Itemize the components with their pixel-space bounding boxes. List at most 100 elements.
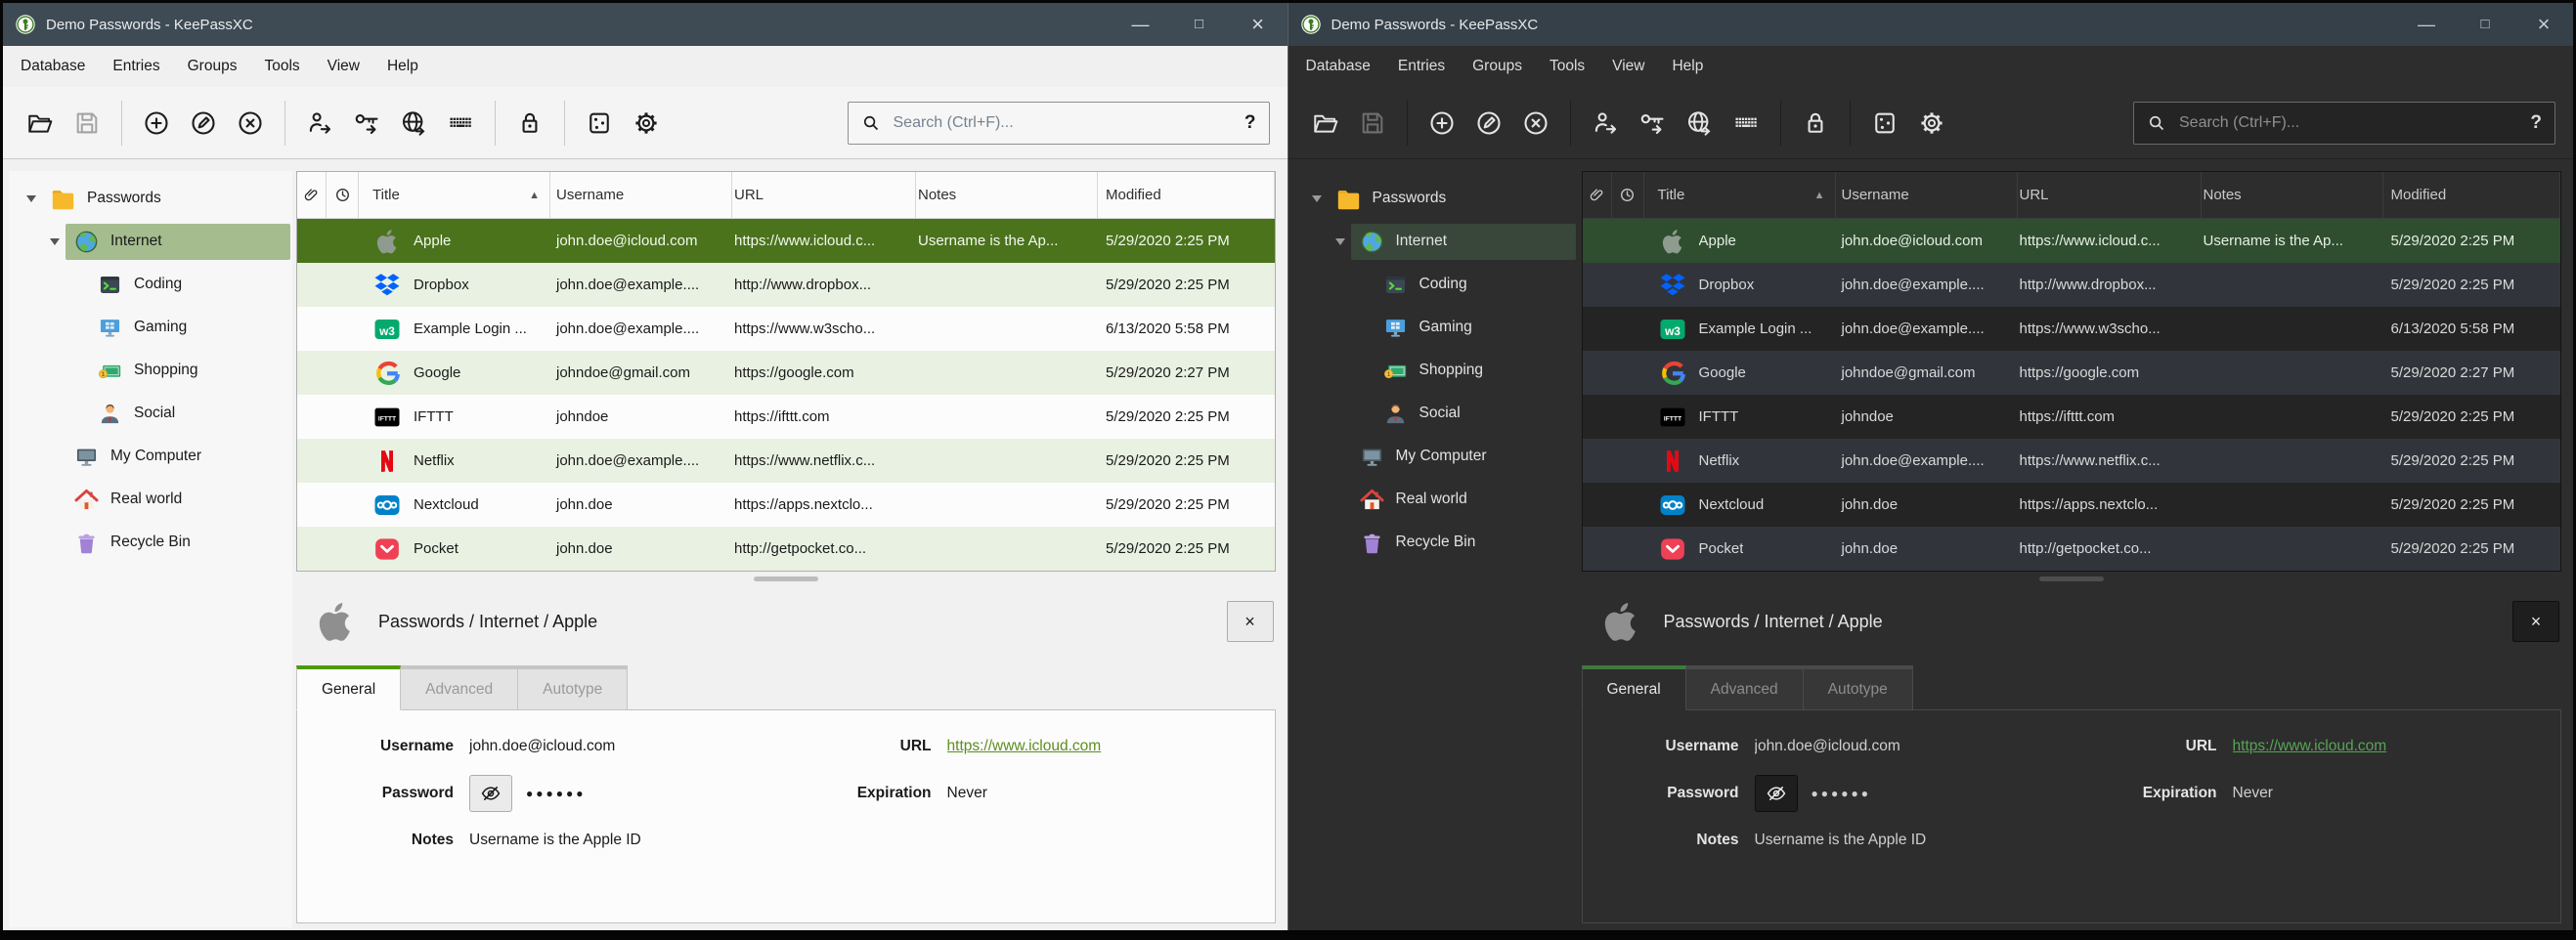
- expander-icon[interactable]: [1306, 195, 1328, 202]
- group-shopping[interactable]: Shopping: [1294, 349, 1578, 392]
- url-link[interactable]: https://www.icloud.com: [2233, 738, 2387, 755]
- entry-row[interactable]: Google johndoe@gmail.com https://google.…: [1583, 351, 2561, 395]
- entry-row[interactable]: Netflix john.doe@example.... https://www…: [297, 439, 1275, 483]
- close-button[interactable]: ×: [1229, 3, 1288, 46]
- copy-username-button[interactable]: [1582, 100, 1629, 147]
- group-passwords[interactable]: Passwords: [9, 177, 292, 220]
- menu-item[interactable]: Groups: [174, 46, 251, 87]
- search-help-icon[interactable]: ?: [2530, 112, 2542, 134]
- group-coding[interactable]: Coding: [9, 263, 292, 306]
- entry-row[interactable]: IFTTT johndoe https://ifttt.com 5/29/202…: [1583, 395, 2561, 439]
- preview-close-button[interactable]: ×: [2512, 601, 2559, 642]
- menu-item[interactable]: View: [1598, 46, 1658, 87]
- column-expiry[interactable]: [1612, 172, 1644, 218]
- menu-item[interactable]: Tools: [250, 46, 313, 87]
- tab-general[interactable]: General: [1582, 665, 1686, 710]
- expander-icon[interactable]: [1330, 238, 1351, 245]
- column-notes[interactable]: Notes: [2202, 172, 2383, 218]
- menu-item[interactable]: Help: [1658, 46, 1717, 87]
- save-database-button[interactable]: [1349, 100, 1396, 147]
- splitter-handle[interactable]: [1582, 572, 2562, 585]
- toggle-password-button[interactable]: [469, 775, 512, 812]
- entry-row[interactable]: Example Login ... john.doe@example.... h…: [297, 307, 1275, 351]
- entry-row[interactable]: Nextcloud john.doe https://apps.nextclo.…: [1583, 483, 2561, 527]
- group-my-computer[interactable]: My Computer: [9, 435, 292, 478]
- open-database-button[interactable]: [17, 100, 64, 147]
- save-database-button[interactable]: [64, 100, 110, 147]
- entry-row[interactable]: Netflix john.doe@example.... https://www…: [1583, 439, 2561, 483]
- group-real-world[interactable]: Real world: [1294, 478, 1578, 521]
- entry-row[interactable]: Google johndoe@gmail.com https://google.…: [297, 351, 1275, 395]
- group-recycle-bin[interactable]: Recycle Bin: [9, 521, 292, 564]
- entry-row[interactable]: Dropbox john.doe@example.... http://www.…: [1583, 263, 2561, 307]
- entry-row[interactable]: Pocket john.doe http://getpocket.co... 5…: [297, 527, 1275, 571]
- new-entry-button[interactable]: [1419, 100, 1465, 147]
- password-generator-button[interactable]: [576, 100, 623, 147]
- autotype-button[interactable]: [1723, 100, 1769, 147]
- settings-button[interactable]: [623, 100, 670, 147]
- column-username[interactable]: Username: [1836, 172, 2018, 218]
- entry-row[interactable]: Apple john.doe@icloud.com https://www.ic…: [1583, 219, 2561, 263]
- group-social[interactable]: Social: [9, 392, 292, 435]
- entry-row[interactable]: Apple john.doe@icloud.com https://www.ic…: [297, 219, 1275, 263]
- preview-close-button[interactable]: ×: [1227, 601, 1274, 642]
- copy-password-button[interactable]: [1629, 100, 1676, 147]
- group-passwords[interactable]: Passwords: [1294, 177, 1578, 220]
- autotype-button[interactable]: [437, 100, 484, 147]
- search-help-icon[interactable]: ?: [1244, 112, 1256, 134]
- entry-row[interactable]: Example Login ... john.doe@example.... h…: [1583, 307, 2561, 351]
- maximize-button[interactable]: □: [2456, 3, 2514, 46]
- tab-autotype[interactable]: Autotype: [1803, 665, 1913, 710]
- entry-row[interactable]: Pocket john.doe http://getpocket.co... 5…: [1583, 527, 2561, 571]
- menu-item[interactable]: Entries: [99, 46, 173, 87]
- column-username[interactable]: Username: [550, 172, 732, 218]
- column-attachment[interactable]: [1583, 172, 1612, 218]
- menu-item[interactable]: Help: [373, 46, 432, 87]
- splitter-handle[interactable]: [296, 572, 1276, 585]
- menu-item[interactable]: Database: [7, 46, 99, 87]
- column-modified[interactable]: Modified: [1098, 172, 1275, 218]
- edit-entry-button[interactable]: [180, 100, 227, 147]
- tab-general[interactable]: General: [296, 665, 401, 710]
- menu-item[interactable]: Groups: [1459, 46, 1536, 87]
- new-entry-button[interactable]: [133, 100, 180, 147]
- delete-entry-button[interactable]: [1512, 100, 1559, 147]
- group-internet[interactable]: Internet: [1294, 220, 1578, 263]
- menu-item[interactable]: View: [314, 46, 373, 87]
- open-url-button[interactable]: [390, 100, 437, 147]
- toggle-password-button[interactable]: [1755, 775, 1798, 812]
- tab-advanced[interactable]: Advanced: [1685, 665, 1804, 710]
- search-input[interactable]: [892, 113, 1234, 133]
- menu-item[interactable]: Database: [1292, 46, 1384, 87]
- open-url-button[interactable]: [1676, 100, 1723, 147]
- password-generator-button[interactable]: [1861, 100, 1908, 147]
- column-notes[interactable]: Notes: [916, 172, 1098, 218]
- delete-entry-button[interactable]: [227, 100, 274, 147]
- minimize-button[interactable]: —: [1112, 3, 1170, 46]
- edit-entry-button[interactable]: [1465, 100, 1512, 147]
- url-link[interactable]: https://www.icloud.com: [947, 738, 1102, 755]
- copy-username-button[interactable]: [296, 100, 343, 147]
- group-recycle-bin[interactable]: Recycle Bin: [1294, 521, 1578, 564]
- lock-database-button[interactable]: [506, 100, 553, 147]
- maximize-button[interactable]: □: [1170, 3, 1229, 46]
- settings-button[interactable]: [1908, 100, 1955, 147]
- column-modified[interactable]: Modified: [2383, 172, 2561, 218]
- group-gaming[interactable]: Gaming: [9, 306, 292, 349]
- column-url[interactable]: URL: [2018, 172, 2202, 218]
- column-expiry[interactable]: [327, 172, 359, 218]
- open-database-button[interactable]: [1302, 100, 1349, 147]
- entry-row[interactable]: IFTTT johndoe https://ifttt.com 5/29/202…: [297, 395, 1275, 439]
- column-url[interactable]: URL: [732, 172, 916, 218]
- group-coding[interactable]: Coding: [1294, 263, 1578, 306]
- lock-database-button[interactable]: [1792, 100, 1839, 147]
- copy-password-button[interactable]: [343, 100, 390, 147]
- menu-item[interactable]: Tools: [1536, 46, 1598, 87]
- group-my-computer[interactable]: My Computer: [1294, 435, 1578, 478]
- group-gaming[interactable]: Gaming: [1294, 306, 1578, 349]
- group-internet[interactable]: Internet: [9, 220, 292, 263]
- group-social[interactable]: Social: [1294, 392, 1578, 435]
- tab-advanced[interactable]: Advanced: [400, 665, 518, 710]
- entry-row[interactable]: Nextcloud john.doe https://apps.nextclo.…: [297, 483, 1275, 527]
- column-title[interactable]: Title ▲: [359, 172, 550, 218]
